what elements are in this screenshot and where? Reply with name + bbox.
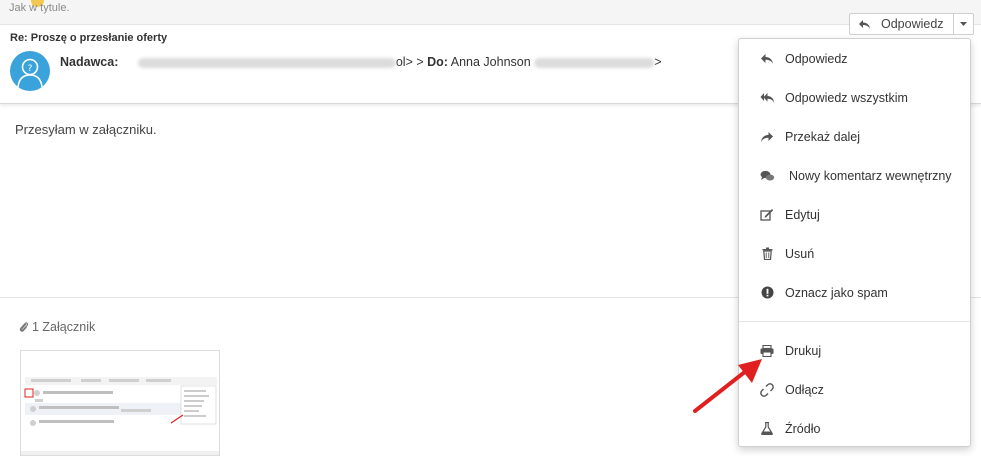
menu-item-label: Odłącz (785, 382, 824, 397)
attachments-count: 1 Załącznik (32, 320, 96, 334)
comments-icon (759, 168, 775, 184)
menu-item-label: Odpowiedz wszystkim (785, 90, 908, 105)
previous-message-preview: Jak w tytule. (0, 0, 981, 25)
to-label: Do: (427, 55, 448, 69)
reply-icon (759, 51, 775, 67)
reply-dropdown-menu: Odpowiedz Odpowiedz wszystkim Przekaż da… (738, 38, 971, 447)
redacted-sender (137, 57, 396, 68)
menu-item-label: Odpowiedz (785, 51, 848, 66)
menu-item-label: Źródło (785, 421, 821, 436)
print-icon (759, 343, 775, 359)
message-body: Przesyłam w załączniku. (15, 122, 157, 137)
reply-icon (859, 19, 870, 29)
menu-item-label: Oznacz jako spam (785, 285, 888, 300)
menu-item-label: Przekaż dalej (785, 129, 861, 144)
recipient-name[interactable]: Anna Johnson (451, 55, 531, 69)
menu-item-reply-all[interactable]: Odpowiedz wszystkim (739, 78, 970, 117)
menu-item-label: Usuń (785, 246, 815, 261)
recipient-tail: > (654, 55, 662, 69)
edit-icon (759, 207, 775, 223)
previous-message-text: Jak w tytule. (9, 2, 70, 14)
reply-dropdown-toggle[interactable] (954, 14, 973, 34)
source-icon (759, 421, 775, 437)
menu-divider (739, 321, 970, 322)
menu-item-source[interactable]: Źródło (739, 409, 970, 448)
menu-item-mark-spam[interactable]: Oznacz jako spam (739, 273, 970, 312)
sender-tail: ol> > (395, 55, 424, 69)
forward-icon (759, 129, 775, 145)
trash-icon (759, 246, 775, 262)
attachment-thumbnail[interactable] (20, 350, 220, 456)
menu-item-forward[interactable]: Przekaż dalej (739, 117, 970, 156)
reply-all-icon (759, 90, 775, 106)
menu-item-delete[interactable]: Usuń (739, 234, 970, 273)
svg-text:?: ? (28, 64, 33, 74)
paperclip-icon (19, 322, 29, 332)
menu-item-edit[interactable]: Edytuj (739, 195, 970, 234)
reply-button-group: Odpowiedz (849, 13, 974, 35)
redacted-recipient (534, 57, 655, 68)
menu-item-label: Nowy komentarz wewnętrzny (789, 168, 952, 183)
caret-down-icon (959, 22, 967, 26)
reply-button[interactable]: Odpowiedz (850, 14, 954, 34)
sender-avatar: ? (10, 51, 50, 91)
menu-item-internal-comment[interactable]: Nowy komentarz wewnętrzny (739, 156, 970, 195)
spam-icon (759, 285, 775, 301)
user-silhouette-icon: ? (17, 58, 43, 88)
menu-item-detach[interactable]: Odłącz (739, 370, 970, 409)
attachments-header: 1 Załącznik (19, 320, 95, 334)
menu-item-label: Drukuj (785, 343, 822, 358)
unlink-icon (759, 382, 775, 398)
menu-item-reply[interactable]: Odpowiedz (739, 39, 970, 78)
message-participants: Nadawca: ol> > Do: Anna Johnson > (60, 55, 662, 69)
menu-item-label: Edytuj (785, 207, 820, 222)
message-subject: Re: Proszę o przesłanie oferty (10, 32, 168, 44)
menu-item-print[interactable]: Drukuj (739, 331, 970, 370)
screenshot-preview-image (21, 351, 219, 455)
sender-label: Nadawca: (60, 55, 119, 69)
reply-button-label: Odpowiedz (881, 17, 944, 31)
